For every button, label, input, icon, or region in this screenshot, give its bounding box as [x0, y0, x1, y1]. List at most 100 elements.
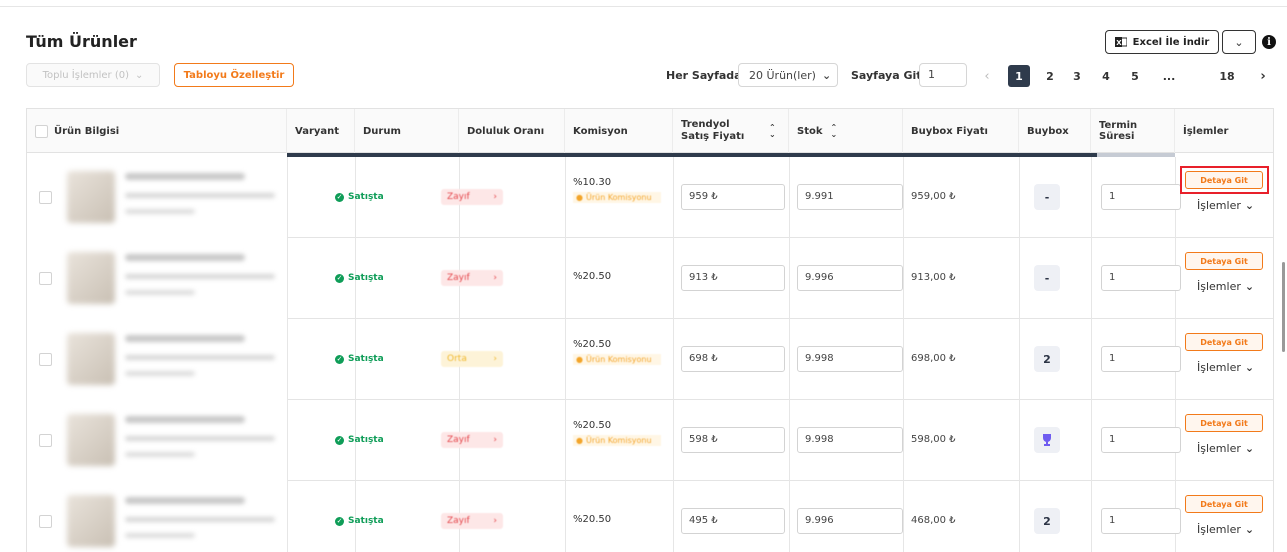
detail-button[interactable]: Detaya Git	[1185, 333, 1263, 351]
commission-value: %20.50	[573, 271, 612, 282]
status-badge: ✓ Satışta	[335, 192, 384, 202]
commission-tag: ● Ürün Komisyonu	[573, 192, 661, 203]
chevron-down-icon: ⌄	[1244, 280, 1255, 293]
detail-button[interactable]: Detaya Git	[1185, 414, 1263, 432]
vertical-scrollbar[interactable]	[1282, 262, 1285, 352]
actions-dropdown[interactable]: İşlemler ⌄	[1197, 442, 1254, 455]
status-label: Satışta	[348, 273, 384, 283]
buybox-price: 468,00 ₺	[911, 515, 956, 526]
highlight-box	[1180, 166, 1269, 194]
commission-tag: ● Ürün Komisyonu	[573, 435, 661, 446]
column-divider	[287, 319, 288, 400]
select-all-checkbox[interactable]	[35, 124, 48, 138]
excel-options-dropdown[interactable]: ⌄	[1222, 30, 1256, 54]
product-meta-redacted	[125, 452, 195, 457]
product-meta-redacted	[125, 355, 275, 360]
stock-input[interactable]: 9.996	[797, 508, 903, 534]
actions-label: İşlemler	[1197, 523, 1241, 536]
info-icon[interactable]: i	[1262, 35, 1276, 49]
product-title-redacted	[125, 497, 245, 504]
lead-time-input[interactable]: 1	[1101, 265, 1181, 291]
lead-time-input[interactable]: 1	[1101, 427, 1181, 453]
buybox-rank: -	[1034, 265, 1060, 291]
sort-icon[interactable]: ⌃ ⌄	[831, 124, 838, 139]
fill-rate-label: Orta	[447, 354, 467, 364]
lead-time-input[interactable]: 1	[1101, 508, 1181, 534]
fill-rate-badge[interactable]: Zayıf ›	[441, 270, 503, 286]
stock-input[interactable]: 9.991	[797, 184, 903, 210]
pagination-page-0[interactable]: 1	[1008, 65, 1030, 87]
excel-icon: X	[1114, 37, 1127, 47]
chevron-right-icon: ›	[493, 273, 497, 283]
actions-dropdown[interactable]: İşlemler ⌄	[1197, 361, 1254, 374]
row-checkbox[interactable]	[39, 272, 52, 285]
column-header-sale-price[interactable]: Trendyol Satış Fiyatı ⌃ ⌄	[673, 109, 789, 153]
buybox-price: 698,00 ₺	[911, 353, 956, 364]
column-divider	[673, 319, 674, 400]
column-divider	[287, 481, 288, 552]
commission-tag-label: Ürün Komisyonu	[585, 355, 652, 364]
detail-button[interactable]: Detaya Git	[1185, 495, 1263, 513]
row-checkbox[interactable]	[39, 353, 52, 366]
pagination-page-3[interactable]: 4	[1099, 65, 1113, 87]
actions-label: İşlemler	[1197, 199, 1241, 212]
excel-download-button[interactable]: X Excel İle İndir	[1105, 30, 1219, 54]
sort-icon[interactable]: ⌃ ⌄	[769, 124, 776, 139]
product-meta-redacted	[125, 290, 195, 295]
sale-price-input[interactable]: 698 ₺	[681, 346, 785, 372]
bulk-actions-button[interactable]: Toplu İşlemler (0) ⌄	[26, 63, 160, 87]
pagination-page-5[interactable]: ...	[1156, 65, 1182, 87]
pagination-page-4[interactable]: 5	[1128, 65, 1142, 87]
stock-input[interactable]: 9.996	[797, 265, 903, 291]
actions-dropdown[interactable]: İşlemler ⌄	[1197, 199, 1254, 212]
column-divider	[1019, 157, 1020, 238]
pagination-page-2[interactable]: 3	[1070, 65, 1084, 87]
buybox-trophy-icon	[1034, 427, 1060, 453]
column-divider	[565, 238, 566, 319]
stock-input[interactable]: 9.998	[797, 346, 903, 372]
status-badge: ✓ Satışta	[335, 516, 384, 526]
row-checkbox[interactable]	[39, 515, 52, 528]
check-circle-icon: ✓	[335, 435, 344, 445]
sale-price-input[interactable]: 598 ₺	[681, 427, 785, 453]
fill-rate-badge[interactable]: Orta ›	[441, 351, 503, 367]
row-checkbox[interactable]	[39, 191, 52, 204]
status-badge: ✓ Satışta	[335, 354, 384, 364]
fill-rate-badge[interactable]: Zayıf ›	[441, 513, 503, 529]
hand-coins-icon: ●	[576, 355, 583, 364]
buybox-rank: 2	[1034, 508, 1060, 534]
column-divider	[1019, 400, 1020, 481]
customize-table-button[interactable]: Tabloyu Özelleştir	[174, 63, 294, 87]
actions-dropdown[interactable]: İşlemler ⌄	[1197, 523, 1254, 536]
status-badge: ✓ Satışta	[335, 435, 384, 445]
detail-button[interactable]: Detaya Git	[1185, 252, 1263, 270]
prev-page-icon[interactable]: ‹	[980, 65, 994, 87]
lead-time-input[interactable]: 1	[1101, 184, 1181, 210]
next-page-icon[interactable]: ›	[1256, 65, 1270, 87]
fill-rate-label: Zayıf	[447, 273, 470, 283]
sale-price-input[interactable]: 959 ₺	[681, 184, 785, 210]
chevron-down-icon: ⌄	[1244, 361, 1255, 374]
lead-time-input[interactable]: 1	[1101, 346, 1181, 372]
per-page-select[interactable]: 20 Ürün(ler) ⌄	[738, 63, 838, 87]
product-info-cell	[27, 157, 287, 238]
actions-dropdown[interactable]: İşlemler ⌄	[1197, 280, 1254, 293]
column-header-stock[interactable]: Stok ⌃ ⌄	[789, 109, 903, 153]
pagination-page-1[interactable]: 2	[1043, 65, 1057, 87]
product-title-redacted	[125, 254, 245, 261]
column-divider	[565, 319, 566, 400]
fill-rate-badge[interactable]: Zayıf ›	[441, 189, 503, 205]
column-header-fill-rate: Doluluk Oranı	[459, 109, 565, 153]
chevron-down-icon: ⌄	[135, 69, 144, 81]
stock-input[interactable]: 9.998	[797, 427, 903, 453]
sale-price-input[interactable]: 495 ₺	[681, 508, 785, 534]
pagination-page-6[interactable]: 18	[1214, 65, 1240, 87]
product-image	[67, 333, 115, 385]
row-checkbox[interactable]	[39, 434, 52, 447]
table-header: Ürün Bilgisi Varyant Durum Doluluk Oranı…	[27, 109, 1273, 153]
table-row: ✓ Satışta Zayıf › %20.50 495 ₺ 9.996 468,00 ₺ 2 1…	[27, 481, 1273, 552]
buybox-rank: 2	[1034, 346, 1060, 372]
sale-price-input[interactable]: 913 ₺	[681, 265, 785, 291]
goto-page-input[interactable]: 1	[919, 63, 967, 87]
fill-rate-badge[interactable]: Zayıf ›	[441, 432, 503, 448]
